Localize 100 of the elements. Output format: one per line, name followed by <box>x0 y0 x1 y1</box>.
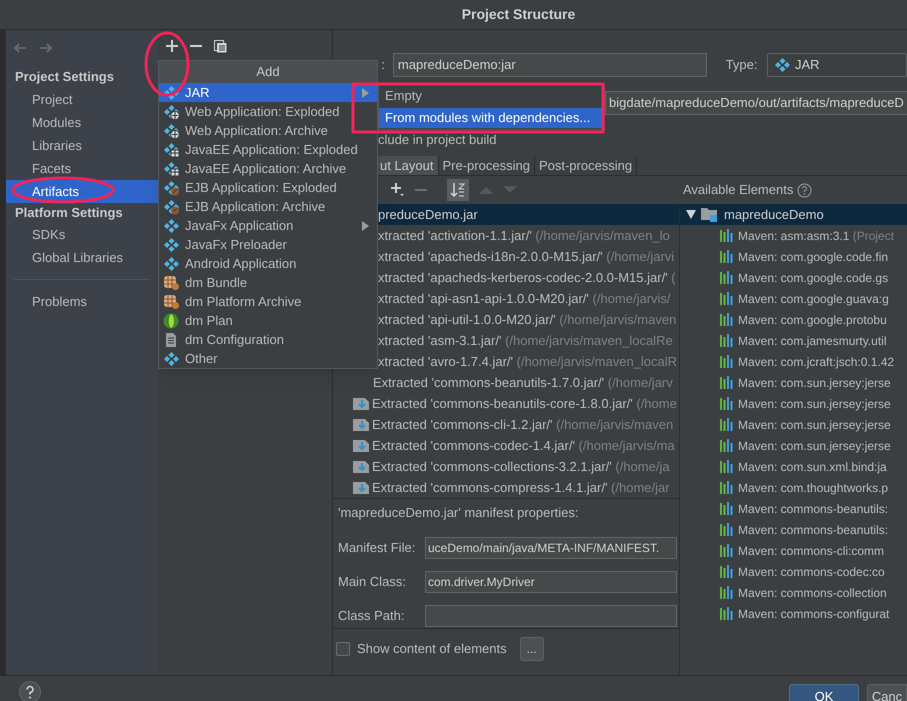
tree-item[interactable]: Maven: com.google.protobu <box>738 310 887 328</box>
menu-item[interactable]: Other <box>159 349 377 368</box>
tree-item[interactable]: Maven: com.jcraft:jsch:0.1.42 <box>738 352 894 370</box>
tree-item[interactable]: Maven: commons-configurat <box>738 604 890 622</box>
tree-item[interactable]: xtracted 'asm-3.1.jar/' (/home/jarvis/maven_localRe <box>378 330 673 350</box>
library-icon <box>720 271 734 284</box>
copy-icon[interactable] <box>214 40 227 52</box>
menu-item[interactable]: EJB Application: Exploded <box>159 178 377 197</box>
menu-item[interactable]: dm Bundle <box>159 273 377 292</box>
sort-icon[interactable] <box>447 179 469 201</box>
tab[interactable]: Pre-processing <box>438 156 535 175</box>
tree-item[interactable]: Maven: com.google.code.gs <box>738 268 888 286</box>
add-icon[interactable] <box>166 40 178 52</box>
tree-item[interactable]: Maven: com.sun.jersey:jerse <box>738 436 891 454</box>
tree-item[interactable]: Extracted 'commons-cli-1.2.jar/' (/home/jarvis/maven <box>372 414 674 434</box>
menu-item[interactable]: JavaFx Preloader <box>159 235 377 254</box>
library-icon <box>720 334 734 347</box>
menu-item[interactable]: dm Plan <box>159 311 377 330</box>
tree-item[interactable]: Maven: com.thoughtworks.p <box>738 478 888 496</box>
name-field[interactable]: mapreduceDemo:jar <box>392 53 707 77</box>
tree-item[interactable]: Extracted 'commons-beanutils-1.7.0.jar/' (/home/jarv <box>373 372 673 392</box>
back-arrow-icon[interactable] <box>13 43 27 53</box>
menu-item[interactable]: Web Application: Exploded <box>159 102 377 121</box>
input-field[interactable]: uceDemo/main/java/META-INF/MANIFEST. <box>425 537 677 559</box>
field-label: : <box>381 56 385 74</box>
cancel-button[interactable]: Canc <box>867 684 907 701</box>
tree-item[interactable]: Extracted 'commons-codec-1.4.jar/' (/home/jarvis/ma <box>372 436 675 456</box>
tree-item[interactable]: Maven: asm:asm:3.1 (Project <box>738 226 894 244</box>
field-label: Manifest File: <box>337 539 416 558</box>
sidebar-item[interactable]: Libraries <box>6 134 158 157</box>
tree-item[interactable]: Maven: com.sun.jersey:jerse <box>738 394 891 412</box>
menu-item[interactable]: Web Application: Archive <box>159 121 377 140</box>
menu-item[interactable]: JavaEE Application: Exploded <box>159 140 377 159</box>
tree-item[interactable]: xtracted 'api-asn1-api-1.0.0-M20.jar/' (/home/jarvis/ <box>378 288 671 308</box>
menu-item[interactable]: JavaEE Application: Archive <box>159 159 377 178</box>
tree-item[interactable]: xtracted 'activation-1.1.jar/' (/home/jarvis/maven_lo <box>378 226 670 246</box>
tree-item[interactable]: Maven: commons-collection <box>738 584 887 602</box>
tree-item[interactable]: xtracted 'api-util-1.0.0-M20.jar/' (/home/jarvis/maven <box>378 310 676 330</box>
ok-button[interactable]: OK <box>789 684 859 701</box>
tree-item[interactable]: Extracted 'commons-compress-1.4.1.jar/' (/home/jar <box>372 478 670 498</box>
help-icon[interactable] <box>797 182 812 198</box>
library-icon <box>720 250 734 263</box>
help-icon[interactable] <box>19 681 41 701</box>
menu-item[interactable]: JAR <box>159 83 377 102</box>
browse-button[interactable]: ... <box>520 636 544 660</box>
tree-item[interactable]: Maven: com.google.code.fin <box>738 248 888 266</box>
input-field[interactable]: com.driver.MyDriver <box>425 571 677 593</box>
field-label: Main Class: <box>337 573 407 592</box>
tree-item[interactable]: Extracted 'commons-collections-3.2.1.jar/' (/home/ja <box>372 456 670 476</box>
forward-arrow-icon[interactable] <box>39 43 53 53</box>
type-dropdown[interactable]: JAR <box>767 53 907 77</box>
tree-item[interactable]: Maven: com.sun.jersey:jerse <box>738 416 891 434</box>
checkbox[interactable] <box>336 642 350 656</box>
diamonds-icon <box>774 57 791 73</box>
library-icon <box>720 313 734 326</box>
tree-item[interactable]: Maven: commons-beanutils: <box>738 500 888 518</box>
library-icon <box>720 607 734 620</box>
tree-item[interactable]: Maven: commons-codec:co <box>738 562 885 580</box>
sidebar-item[interactable]: Problems <box>6 290 158 313</box>
menu-item[interactable]: From modules with dependencies... <box>379 108 604 128</box>
tree-item[interactable]: Maven: com.sun.jersey:jerse <box>738 374 891 392</box>
tab[interactable]: Post-processing <box>534 156 638 175</box>
tree-item[interactable]: xtracted 'apacheds-kerberos-codec-2.0.0-M15.jar/' ( <box>378 268 676 288</box>
output-directory-field[interactable]: bigdate/mapreduceDemo/out/artifacts/mapreduceD <box>605 91 907 115</box>
tab[interactable]: ut Layout <box>376 156 438 175</box>
folder-icon <box>701 207 719 222</box>
tree-item[interactable]: Maven: commons-cli:comm <box>738 542 884 560</box>
input-field[interactable] <box>425 605 677 627</box>
menu-item[interactable]: dm Platform Archive <box>159 292 377 311</box>
tree-row[interactable]: mapreduceDemo <box>680 204 907 225</box>
tree-item[interactable]: xtracted 'avro-1.7.4.jar/' (/home/jarvis/maven_localR <box>378 352 678 372</box>
library-icon <box>720 481 734 494</box>
library-icon <box>720 397 734 410</box>
tree-item[interactable]: Maven: com.google.guava:g <box>738 290 889 308</box>
diamonds-icon <box>163 256 180 272</box>
library-icon <box>720 376 734 389</box>
sidebar-item[interactable]: SDKs <box>6 223 158 246</box>
sidebar-item[interactable]: Modules <box>6 111 158 134</box>
expanded-arrow-icon[interactable] <box>686 210 696 219</box>
add-icon[interactable] <box>391 183 405 197</box>
panel-heading: Available Elements <box>683 181 794 200</box>
sidebar-item[interactable]: Global Libraries <box>6 246 158 269</box>
tree-item[interactable]: xtracted 'apacheds-i18n-2.0.0-M15.jar/' (/home/jarvi <box>378 246 674 266</box>
extracted-file-icon <box>353 460 370 474</box>
tree-item[interactable]: Maven: com.sun.xml.bind:ja <box>738 458 887 476</box>
menu-item[interactable]: Android Application <box>159 254 377 273</box>
sidebar-item[interactable]: Project <box>6 88 158 111</box>
library-icon <box>720 355 734 368</box>
tree-item[interactable]: Maven: commons-beanutils: <box>738 520 888 538</box>
menu-title: Add <box>159 61 377 83</box>
library-icon <box>720 229 734 242</box>
sidebar-item[interactable]: Facets <box>6 157 158 180</box>
extracted-file-icon <box>353 480 370 494</box>
menu-item[interactable]: dm Configuration <box>159 330 377 349</box>
tree-item[interactable]: Extracted 'commons-beanutils-core-1.8.0.jar/' (/home <box>372 394 677 414</box>
menu-item[interactable]: Empty <box>379 86 604 106</box>
library-icon <box>720 292 734 305</box>
diamonds-table-icon <box>163 160 180 176</box>
tree-item[interactable]: Maven: com.jamesmurty.util <box>738 332 886 350</box>
bundle-icon <box>163 294 180 310</box>
